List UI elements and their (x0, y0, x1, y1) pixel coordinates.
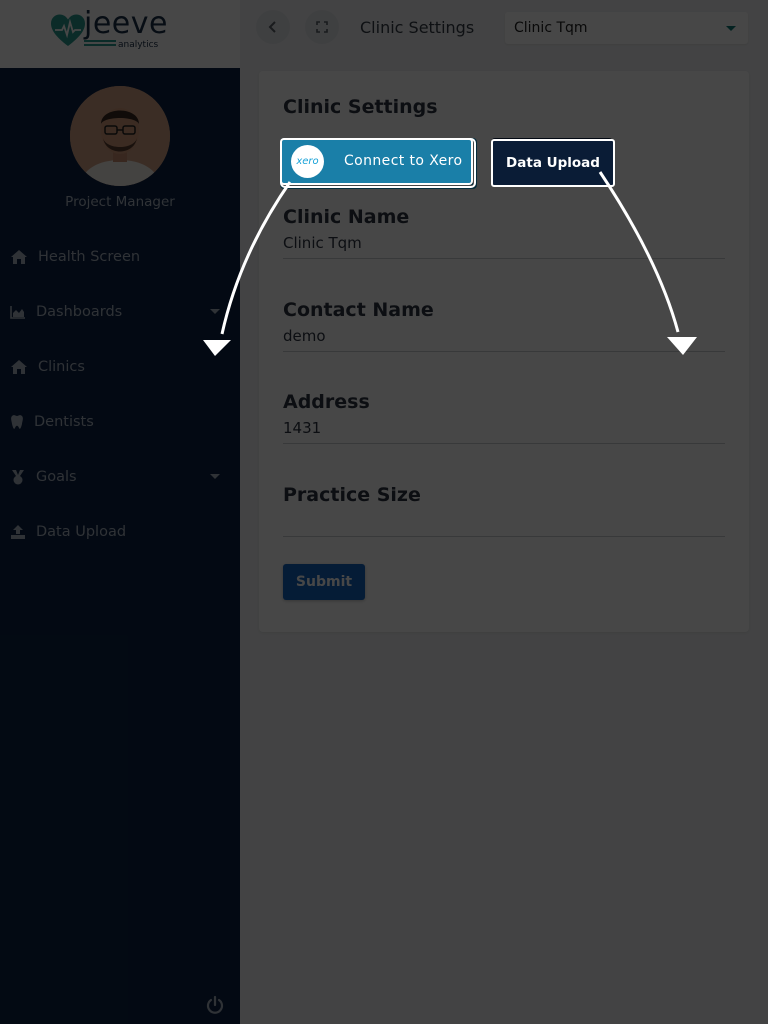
sidebar-item-label: Health Screen (38, 249, 141, 265)
clinic-name-field: Clinic Name (283, 206, 725, 259)
avatar-image (70, 86, 170, 186)
address-field: Address (283, 391, 725, 444)
fullscreen-icon (316, 21, 328, 33)
user-role: Project Manager (65, 194, 175, 210)
card-title: Clinic Settings (283, 96, 438, 118)
sidebar-item-label: Dentists (34, 414, 94, 430)
data-upload-label: Data Upload (506, 155, 600, 171)
tooth-icon (11, 415, 23, 429)
connect-xero-label: Connect to Xero (344, 153, 463, 169)
sidebar-item-health-screen[interactable]: Health Screen (0, 237, 240, 277)
clinic-select-value: Clinic Tqm (514, 20, 588, 36)
clinic-name-input[interactable] (283, 230, 725, 259)
heart-logo-icon (51, 14, 85, 46)
sidebar-item-data-upload[interactable]: Data Upload (0, 512, 240, 552)
logo[interactable]: jeeve analytics (0, 0, 240, 68)
medal-icon (12, 470, 24, 485)
fullscreen-button[interactable] (305, 10, 339, 44)
contact-name-label: Contact Name (283, 299, 434, 321)
address-label: Address (283, 391, 370, 413)
clinic-name-label: Clinic Name (283, 206, 410, 228)
contact-name-field: Contact Name (283, 299, 725, 352)
chevron-down-icon (726, 26, 736, 31)
sidebar-item-label: Dashboards (36, 304, 123, 320)
sidebar-item-dashboards[interactable]: Dashboards (0, 292, 240, 332)
top-bar: Clinic Settings Clinic Tqm (240, 0, 768, 58)
sidebar-item-label: Clinics (38, 359, 85, 375)
back-button[interactable] (256, 10, 290, 44)
avatar[interactable] (70, 86, 170, 186)
chevron-down-icon (210, 309, 220, 314)
chevron-down-icon (210, 474, 220, 479)
sidebar: jeeve analytics Project Manager Health S… (0, 0, 240, 1024)
contact-name-input[interactable] (283, 323, 725, 352)
home-icon (11, 360, 27, 374)
brand-name: jeeve (84, 6, 168, 41)
power-icon[interactable] (205, 995, 225, 1015)
address-input[interactable] (283, 415, 725, 444)
xero-logo-icon: xero (291, 145, 324, 178)
upload-icon (11, 525, 25, 539)
sidebar-item-clinics[interactable]: Clinics (0, 347, 240, 387)
brand-lines (84, 40, 116, 48)
home-icon (11, 250, 27, 264)
page-title: Clinic Settings (360, 18, 475, 37)
practice-size-field: Practice Size (283, 484, 725, 537)
data-upload-button-highlight[interactable]: Data Upload (491, 139, 615, 187)
sidebar-item-dentists[interactable]: Dentists (0, 402, 240, 442)
chart-area-icon (10, 306, 25, 319)
xero-logo-text: xero (296, 156, 319, 167)
sidebar-item-goals[interactable]: Goals (0, 457, 240, 497)
practice-size-label: Practice Size (283, 484, 421, 506)
sidebar-item-label: Goals (36, 469, 77, 485)
sidebar-item-label: Data Upload (36, 524, 127, 540)
connect-xero-button-highlight[interactable]: xero Connect to Xero (282, 140, 471, 183)
submit-button[interactable]: Submit (283, 564, 365, 600)
brand-tagline: analytics (118, 40, 159, 50)
chevron-left-icon (268, 21, 276, 33)
practice-size-input[interactable] (283, 508, 725, 537)
clinic-select[interactable]: Clinic Tqm (505, 12, 748, 44)
